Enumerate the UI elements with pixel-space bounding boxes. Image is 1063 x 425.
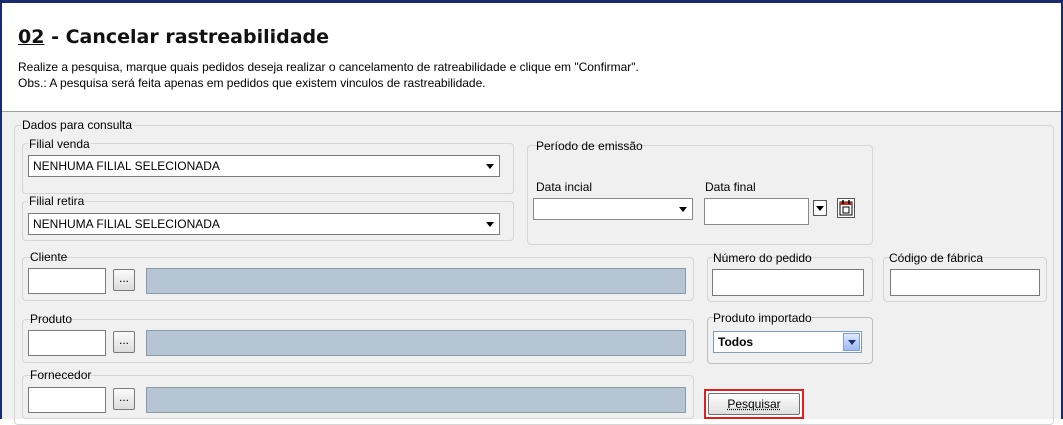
data-final-label: Data final bbox=[705, 180, 756, 194]
data-inicial-label: Data incial bbox=[536, 180, 593, 194]
calendar-button[interactable] bbox=[837, 198, 855, 218]
title-number: 02 bbox=[18, 26, 45, 48]
produto-lookup-button[interactable]: ... bbox=[113, 331, 135, 353]
dropdown-arrow-icon bbox=[486, 164, 494, 169]
ellipsis-icon: ... bbox=[118, 271, 129, 285]
cliente-lookup-button[interactable]: ... bbox=[113, 269, 135, 291]
periodo-group bbox=[527, 145, 873, 245]
cliente-name-field bbox=[146, 268, 686, 294]
data-inicial-select[interactable] bbox=[533, 198, 693, 220]
produto-name-field bbox=[146, 330, 686, 356]
numero-pedido-input[interactable] bbox=[712, 269, 864, 296]
produto-importado-select[interactable]: Todos bbox=[713, 331, 862, 353]
consulta-group-label: Dados para consulta bbox=[21, 118, 134, 132]
filial-retira-select[interactable]: NENHUMA FILIAL SELECIONADA bbox=[28, 213, 500, 235]
ellipsis-icon: ... bbox=[118, 390, 129, 404]
ellipsis-icon: ... bbox=[118, 333, 129, 347]
filial-venda-label: Filial venda bbox=[28, 137, 91, 151]
data-final-input[interactable] bbox=[704, 198, 809, 225]
filial-venda-select[interactable]: NENHUMA FILIAL SELECIONADA bbox=[28, 155, 500, 177]
dropdown-button bbox=[843, 333, 860, 351]
numero-pedido-label: Número do pedido bbox=[713, 251, 812, 265]
fornecedor-name-field bbox=[146, 387, 686, 413]
filial-retira-label: Filial retira bbox=[28, 194, 86, 208]
fornecedor-label: Fornecedor bbox=[30, 368, 92, 382]
page-description: Realize a pesquisa, marque quais pedidos… bbox=[18, 60, 639, 74]
search-button-highlight: Pesquisar bbox=[704, 389, 804, 419]
cliente-label: Cliente bbox=[30, 250, 68, 264]
title-separator: - bbox=[44, 26, 66, 48]
periodo-label: Período de emissão bbox=[536, 139, 643, 153]
search-button[interactable]: Pesquisar bbox=[708, 393, 800, 415]
dropdown-arrow-icon bbox=[679, 207, 687, 212]
calendar-icon bbox=[839, 200, 853, 216]
fornecedor-lookup-button[interactable]: ... bbox=[113, 388, 135, 410]
page-observation: Obs.: A pesquisa será feita apenas em pe… bbox=[18, 76, 486, 90]
fornecedor-code-input[interactable] bbox=[28, 387, 106, 413]
cliente-code-input[interactable] bbox=[28, 268, 106, 294]
data-final-dropdown-button[interactable] bbox=[813, 200, 827, 216]
title-text: Cancelar rastreabilidade bbox=[65, 26, 330, 48]
page-title: 02 - Cancelar rastreabilidade bbox=[18, 26, 329, 48]
codigo-fabrica-input[interactable] bbox=[890, 269, 1040, 296]
dropdown-arrow-icon bbox=[816, 206, 824, 211]
page-header: 02 - Cancelar rastreabilidade Realize a … bbox=[2, 3, 1061, 112]
filial-venda-value: NENHUMA FILIAL SELECIONADA bbox=[33, 159, 220, 173]
produto-label: Produto bbox=[30, 312, 73, 326]
filial-retira-value: NENHUMA FILIAL SELECIONADA bbox=[33, 217, 220, 231]
produto-importado-label: Produto importado bbox=[713, 311, 812, 325]
codigo-fabrica-label: Código de fábrica bbox=[889, 251, 984, 265]
dropdown-arrow-icon bbox=[848, 340, 856, 345]
produto-importado-value: Todos bbox=[718, 335, 754, 349]
dropdown-arrow-icon bbox=[486, 222, 494, 227]
produto-code-input[interactable] bbox=[28, 330, 106, 356]
